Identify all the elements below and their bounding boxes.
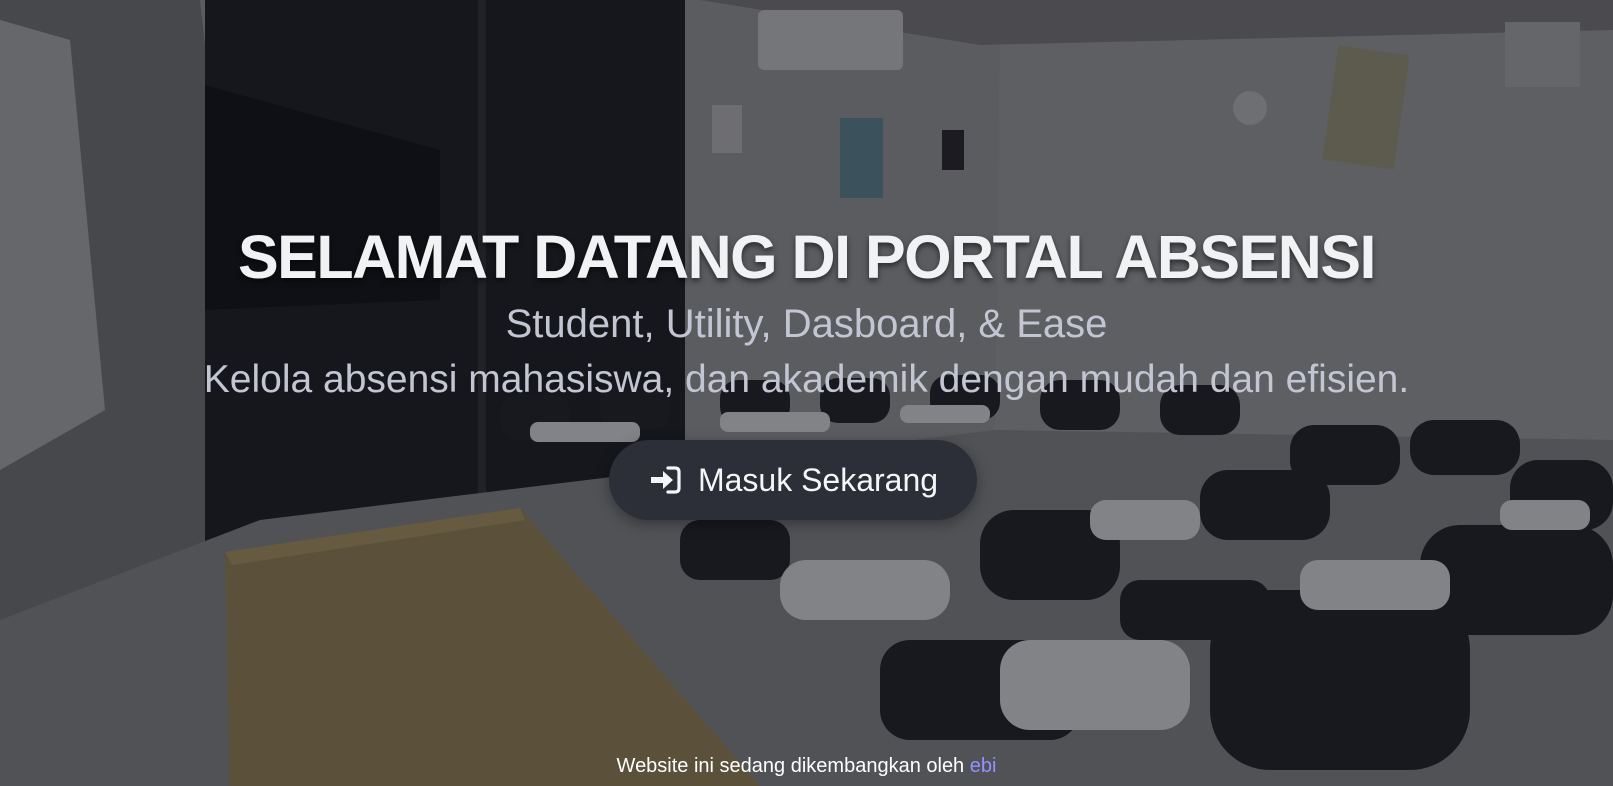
hero-description: Kelola absensi mahasiswa, dan akademik d… xyxy=(203,358,1410,401)
hero-content: SELAMAT DATANG DI PORTAL ABSENSI Student… xyxy=(0,0,1613,786)
sign-in-icon xyxy=(648,463,682,497)
hero-section: SELAMAT DATANG DI PORTAL ABSENSI Student… xyxy=(0,0,1613,786)
hero-subtitle: Student, Utility, Dasboard, & Ease xyxy=(505,302,1108,346)
page-title: SELAMAT DATANG DI PORTAL ABSENSI xyxy=(238,223,1376,291)
footer-credit: Website ini sedang dikembangkan oleh ebi xyxy=(0,753,1613,779)
login-now-label: Masuk Sekarang xyxy=(697,461,939,498)
footer-text: Website ini sedang dikembangkan oleh xyxy=(616,755,965,777)
author-link[interactable]: ebi xyxy=(970,755,997,777)
login-now-button[interactable]: Masuk Sekarang xyxy=(609,440,977,520)
